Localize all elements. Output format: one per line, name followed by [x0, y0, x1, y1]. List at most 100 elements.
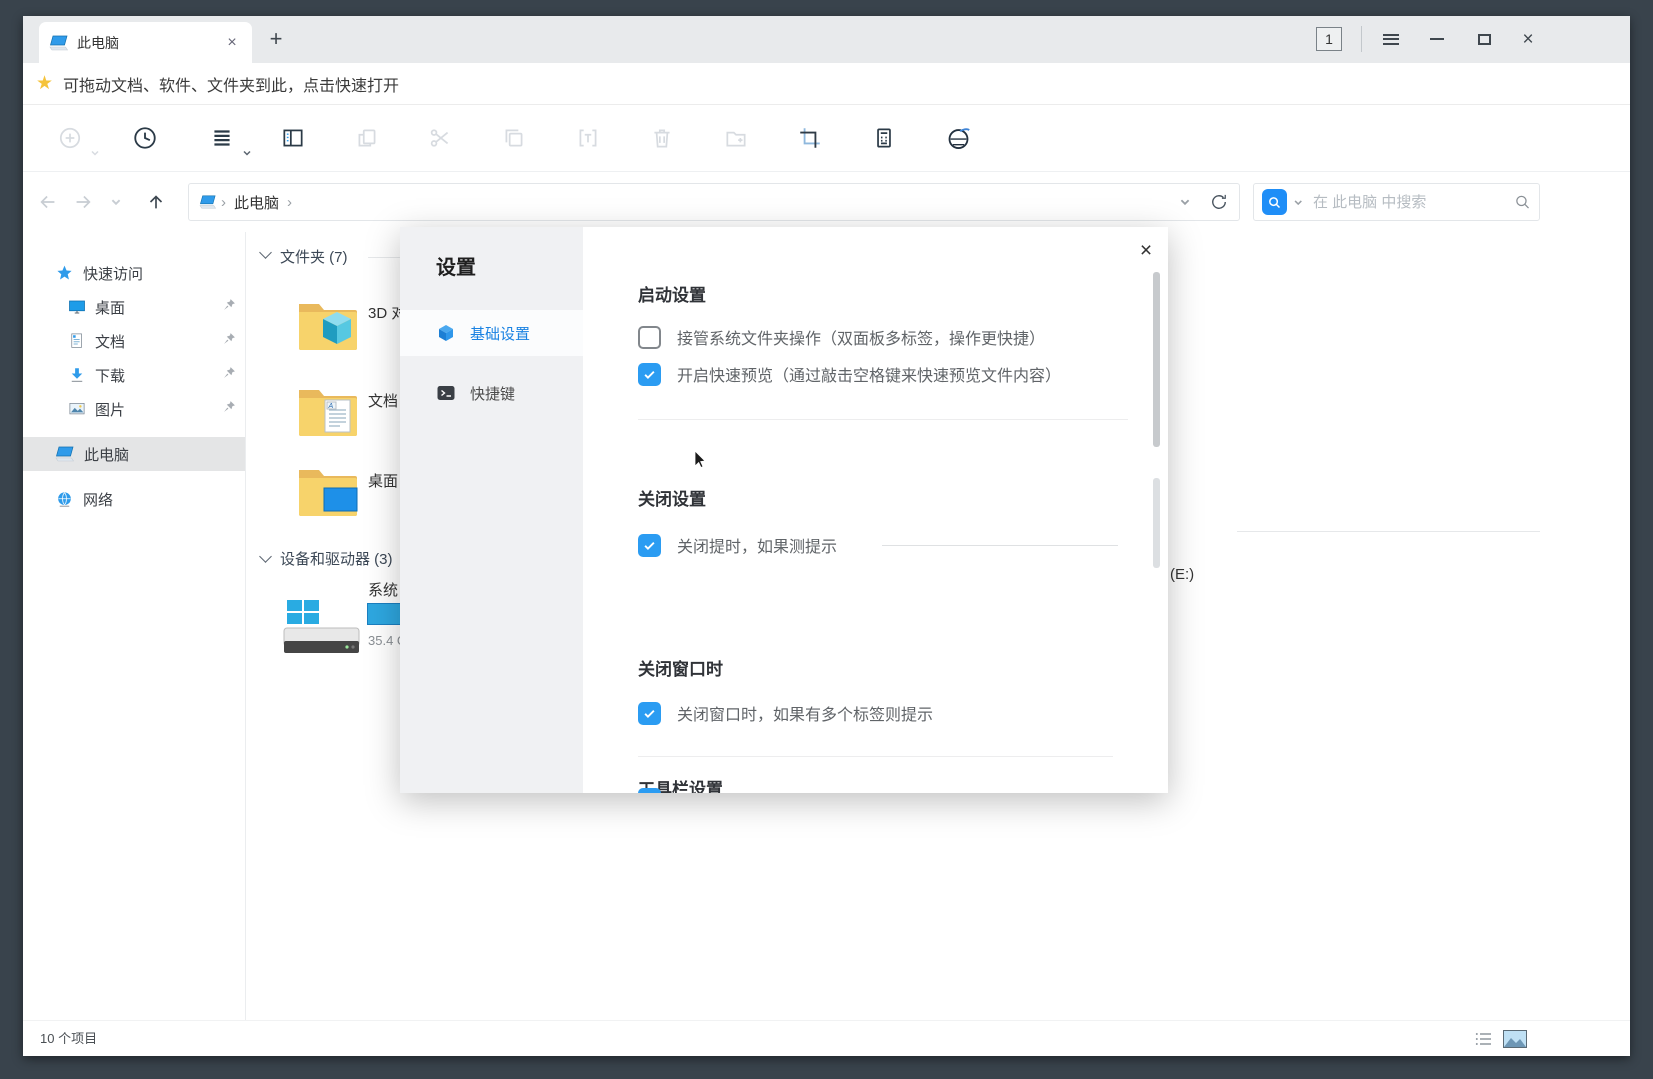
- address-dropdown-icon[interactable]: [1179, 196, 1191, 208]
- chevron-down-icon: [242, 148, 252, 158]
- back-button[interactable]: [34, 188, 62, 216]
- view-list-button[interactable]: [202, 118, 242, 158]
- paste-button[interactable]: [494, 118, 534, 158]
- history-dropdown-button[interactable]: [102, 188, 130, 216]
- pin-icon[interactable]: [223, 366, 236, 384]
- menu-button[interactable]: [1376, 25, 1406, 53]
- search-box[interactable]: [1253, 183, 1540, 221]
- checkbox-unchecked[interactable]: [638, 326, 661, 349]
- pin-icon[interactable]: [223, 298, 236, 316]
- crop-icon: [797, 125, 823, 151]
- sidebar-item-label: 图片: [95, 399, 125, 420]
- folder-item-3d-objects[interactable]: [297, 297, 359, 357]
- group-header-drives[interactable]: 设备和驱动器 (3): [280, 548, 393, 569]
- file-label[interactable]: 桌面: [368, 470, 398, 491]
- breadcrumb[interactable]: 此电脑: [234, 192, 279, 213]
- settings-menu-basic[interactable]: 基础设置: [400, 310, 583, 356]
- refresh-icon[interactable]: [1209, 192, 1229, 212]
- checkbox-row-takeover[interactable]: 接管系统文件夹操作（双面板多标签，操作更快捷）: [638, 325, 1045, 349]
- breadcrumb-separator: ›: [221, 194, 226, 211]
- collapse-chevron-icon[interactable]: [261, 552, 270, 561]
- address-box[interactable]: › 此电脑 ›: [188, 183, 1240, 221]
- checkbox-label: 开启快速预览（通过敲击空格键来快速预览文件内容）: [677, 362, 1061, 386]
- titlebar-divider: [1361, 26, 1362, 52]
- screen: 此电脑 × + 1 × ★ 可拖动文档、软件、文件夹到此，点击快速打开: [0, 0, 1653, 1079]
- new-item-button[interactable]: [50, 118, 90, 158]
- new-folder-icon: [723, 125, 749, 151]
- sidebar-item-this-pc[interactable]: 此电脑: [23, 437, 245, 471]
- file-label[interactable]: 文档: [368, 390, 398, 411]
- list-view-button[interactable]: [1475, 1031, 1493, 1052]
- list-icon: [209, 125, 235, 151]
- maximize-button[interactable]: [1469, 25, 1499, 53]
- new-tab-button[interactable]: +: [263, 26, 289, 52]
- search-dropdown-icon[interactable]: [1293, 197, 1303, 208]
- hamburger-icon: [1383, 31, 1399, 47]
- recent-history-button[interactable]: [125, 118, 165, 158]
- checkbox-checked[interactable]: [638, 534, 661, 557]
- hotkey-icon: [436, 383, 456, 403]
- forward-button[interactable]: [69, 188, 97, 216]
- dialog-scrollbar-thumb-2[interactable]: [1153, 478, 1160, 568]
- collapse-chevron-icon[interactable]: [261, 248, 270, 257]
- dialog-close-button[interactable]: ×: [1132, 237, 1160, 265]
- minimize-button[interactable]: [1422, 25, 1452, 53]
- settings-menu-hotkeys[interactable]: 快捷键: [400, 370, 583, 416]
- sidebar-item-downloads[interactable]: 下载: [23, 360, 245, 390]
- folder-item-documents[interactable]: A: [297, 383, 359, 443]
- folder-item-desktop[interactable]: [297, 463, 359, 523]
- svg-text:A: A: [328, 403, 334, 410]
- search-icon: [1267, 195, 1282, 210]
- settings-title: 设置: [436, 251, 476, 280]
- sidebar-item-pictures[interactable]: 图片: [23, 394, 245, 424]
- thumbnail-view-icon: [1503, 1030, 1527, 1048]
- cut-button[interactable]: [420, 118, 460, 158]
- sidebar-item-desktop[interactable]: 桌面: [23, 292, 245, 322]
- checkbox-row-close-prompt[interactable]: 关闭提时，如果测提示: [638, 533, 837, 557]
- scissors-icon: [427, 125, 453, 151]
- group-header-folders[interactable]: 文件夹 (7): [280, 246, 348, 267]
- rename-button[interactable]: [568, 118, 608, 158]
- close-button[interactable]: ×: [1513, 25, 1543, 53]
- window-count-badge[interactable]: 1: [1316, 27, 1342, 51]
- checkbox-checked[interactable]: [638, 363, 661, 386]
- search-input[interactable]: [1311, 193, 1514, 212]
- new-folder-button[interactable]: [716, 118, 756, 158]
- address-bar: › 此电脑 ›: [23, 172, 1630, 232]
- arrow-left-icon: [37, 191, 59, 213]
- magnifier-icon[interactable]: [1514, 193, 1531, 211]
- quick-launch-text: 可拖动文档、软件、文件夹到此，点击快速打开: [63, 72, 399, 96]
- browser-button[interactable]: [938, 118, 978, 158]
- sidebar-item-quick-access[interactable]: 快速访问: [23, 258, 245, 288]
- partial-drive-label[interactable]: (E:): [1170, 566, 1194, 583]
- sidebar-item-label: 桌面: [95, 297, 125, 318]
- pin-icon[interactable]: [223, 400, 236, 418]
- pin-icon[interactable]: [223, 332, 236, 350]
- search-engine-badge[interactable]: [1262, 189, 1287, 215]
- sidebar-item-network[interactable]: 网络: [23, 484, 245, 514]
- copy-button[interactable]: [347, 118, 387, 158]
- tab-title: 此电脑: [77, 33, 222, 53]
- up-button[interactable]: [142, 188, 170, 216]
- quick-launch-bar[interactable]: ★ 可拖动文档、软件、文件夹到此，点击快速打开: [23, 63, 1630, 105]
- dialog-scrollbar-thumb[interactable]: [1153, 272, 1160, 447]
- drive-item-system-c[interactable]: [283, 598, 363, 658]
- cube-icon: [436, 323, 456, 343]
- thumbnail-view-button[interactable]: [1503, 1030, 1527, 1053]
- checkbox-row-multi-tab-prompt[interactable]: 关闭窗口时，如果有多个标签则提示: [638, 701, 933, 725]
- tab-this-pc[interactable]: 此电脑 ×: [39, 22, 252, 63]
- screenshot-crop-button[interactable]: [790, 118, 830, 158]
- dual-panel-button[interactable]: [273, 118, 313, 158]
- delete-button[interactable]: [642, 118, 682, 158]
- sidebar-item-documents[interactable]: 文档: [23, 326, 245, 356]
- partial-checkbox[interactable]: [638, 788, 661, 793]
- section-divider: [638, 419, 1128, 420]
- sidebar-item-label: 快速访问: [83, 263, 143, 284]
- artifact-line: [882, 545, 1118, 546]
- quick-access-star-icon: [55, 264, 74, 283]
- calculator-button[interactable]: [864, 118, 904, 158]
- checkbox-checked[interactable]: [638, 702, 661, 725]
- items-count: 10 个项目: [40, 1021, 97, 1057]
- tab-close-icon[interactable]: ×: [222, 34, 242, 52]
- checkbox-row-quick-preview[interactable]: 开启快速预览（通过敲击空格键来快速预览文件内容）: [638, 362, 1061, 386]
